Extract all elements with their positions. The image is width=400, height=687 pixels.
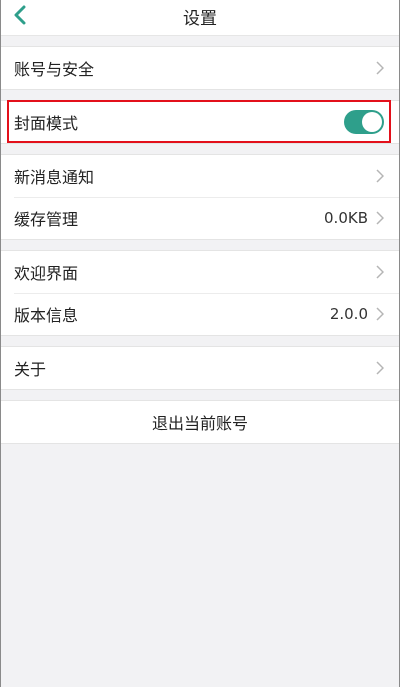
about-label: 关于 — [14, 360, 47, 379]
account-security-item[interactable]: 账号与安全 — [0, 47, 400, 89]
app-info-group: 欢迎界面 版本信息 2.0.0 — [0, 250, 400, 336]
chevron-right-icon — [376, 360, 386, 376]
about-group: 关于 — [0, 346, 400, 390]
account-security-label: 账号与安全 — [14, 60, 95, 79]
navigation-bar: 设置 — [0, 0, 400, 36]
version-value: 2.0.0 — [329, 305, 368, 323]
welcome-screen-label: 欢迎界面 — [14, 264, 79, 283]
version-info-item[interactable]: 版本信息 2.0.0 — [0, 293, 400, 335]
cover-mode-label: 封面模式 — [14, 114, 79, 133]
page-title: 设置 — [183, 9, 217, 29]
chevron-right-icon — [376, 168, 386, 184]
welcome-screen-item[interactable]: 欢迎界面 — [0, 251, 400, 293]
cache-management-label: 缓存管理 — [14, 210, 79, 229]
chevron-right-icon — [376, 306, 386, 322]
cover-mode-item: 封面模式 — [0, 101, 400, 143]
account-group: 账号与安全 — [0, 46, 400, 90]
new-message-notify-label: 新消息通知 — [14, 168, 95, 187]
general-group: 新消息通知 缓存管理 0.0KB — [0, 154, 400, 240]
chevron-right-icon — [376, 210, 386, 226]
cover-group: 封面模式 — [0, 100, 400, 144]
about-item[interactable]: 关于 — [0, 347, 400, 389]
cover-mode-toggle[interactable] — [344, 110, 384, 134]
version-info-label: 版本信息 — [14, 306, 79, 325]
chevron-right-icon — [376, 60, 386, 76]
toggle-knob — [362, 112, 382, 132]
new-message-notify-item[interactable]: 新消息通知 — [0, 155, 400, 197]
cache-management-item[interactable]: 缓存管理 0.0KB — [0, 197, 400, 239]
chevron-right-icon — [376, 264, 386, 280]
cache-size-value: 0.0KB — [324, 209, 368, 227]
logout-button[interactable]: 退出当前账号 — [0, 401, 400, 443]
logout-group: 退出当前账号 — [0, 400, 400, 444]
